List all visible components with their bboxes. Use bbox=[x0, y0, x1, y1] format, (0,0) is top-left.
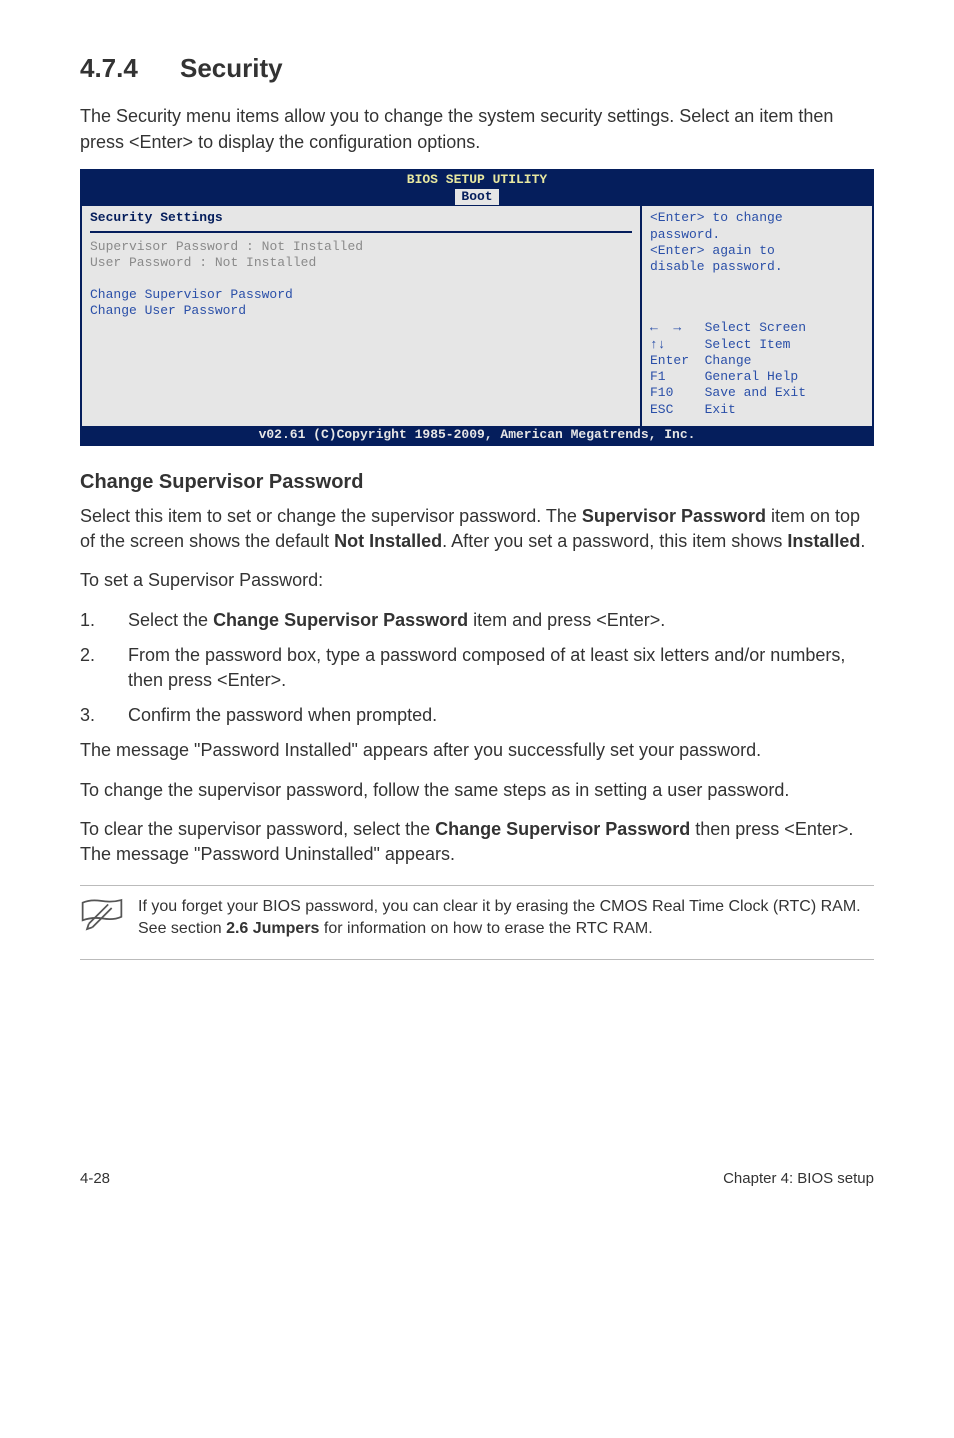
bios-password-status: Supervisor Password : Not Installed User… bbox=[90, 239, 632, 272]
divider bbox=[90, 231, 632, 233]
text-fragment: . After you set a password, this item sh… bbox=[442, 531, 787, 551]
bios-help-context: <Enter> to change password. <Enter> agai… bbox=[650, 210, 864, 290]
help-line: <Enter> again to bbox=[650, 243, 864, 259]
bios-setup-screenshot: BIOS SETUP UTILITY Boot Security Setting… bbox=[80, 169, 874, 446]
intro-text: The Security menu items allow you to cha… bbox=[80, 104, 874, 154]
note-block: If you forget your BIOS password, you ca… bbox=[80, 896, 874, 941]
bios-left-pane: Security Settings Supervisor Password : … bbox=[82, 206, 642, 426]
help-line: <Enter> to change bbox=[650, 210, 864, 226]
divider bbox=[80, 959, 874, 960]
user-password-value: Not Installed bbox=[215, 255, 316, 270]
page-footer: 4-28 Chapter 4: BIOS setup bbox=[80, 1160, 874, 1189]
text-bold: Change Supervisor Password bbox=[213, 610, 468, 630]
text-fragment: To clear the supervisor password, select… bbox=[80, 819, 435, 839]
bios-body: Security Settings Supervisor Password : … bbox=[82, 206, 872, 426]
paragraph: To set a Supervisor Password: bbox=[80, 568, 874, 593]
change-supervisor-password: Change Supervisor Password bbox=[90, 287, 632, 303]
step-item: From the password box, type a password c… bbox=[80, 643, 874, 693]
note-text: If you forget your BIOS password, you ca… bbox=[138, 896, 874, 941]
paragraph: Select this item to set or change the su… bbox=[80, 504, 874, 554]
steps-list: Select the Change Supervisor Password it… bbox=[80, 608, 874, 729]
bios-actions: Change Supervisor Password Change User P… bbox=[90, 287, 632, 320]
bios-footer: v02.61 (C)Copyright 1985-2009, American … bbox=[82, 426, 872, 444]
section-title: Security bbox=[180, 53, 283, 83]
key-select-screen: ← → Select Screen bbox=[650, 320, 864, 336]
text-fragment: for information on how to erase the RTC … bbox=[319, 920, 652, 937]
change-user-password: Change User Password bbox=[90, 303, 632, 319]
key-select-item: ↑↓ Select Item bbox=[650, 337, 864, 353]
chapter-label: Chapter 4: BIOS setup bbox=[723, 1168, 874, 1189]
text-bold: Installed bbox=[787, 531, 860, 551]
help-line: disable password. bbox=[650, 259, 864, 275]
text-fragment: . bbox=[860, 531, 865, 551]
step-item: Confirm the password when prompted. bbox=[80, 703, 874, 728]
text-fragment: Select the bbox=[128, 610, 213, 630]
user-password-label: User Password : bbox=[90, 255, 207, 270]
text-bold: Change Supervisor Password bbox=[435, 819, 690, 839]
paragraph: To clear the supervisor password, select… bbox=[80, 817, 874, 867]
bios-header-title: BIOS SETUP UTILITY bbox=[82, 171, 872, 189]
page-number: 4-28 bbox=[80, 1168, 110, 1189]
paragraph: To change the supervisor password, follo… bbox=[80, 778, 874, 803]
text-bold: Supervisor Password bbox=[582, 506, 766, 526]
text-fragment: Select this item to set or change the su… bbox=[80, 506, 582, 526]
supervisor-password-label: Supervisor Password : bbox=[90, 239, 254, 254]
bios-section-title: Security Settings bbox=[90, 210, 632, 228]
section-number: 4.7.4 bbox=[80, 50, 180, 86]
bios-right-pane: <Enter> to change password. <Enter> agai… bbox=[642, 206, 872, 426]
text-bold: 2.6 Jumpers bbox=[226, 920, 319, 937]
supervisor-password-value: Not Installed bbox=[262, 239, 363, 254]
paragraph: The message "Password Installed" appears… bbox=[80, 738, 874, 763]
subsection-heading: Change Supervisor Password bbox=[80, 468, 874, 496]
section-heading: 4.7.4Security bbox=[80, 50, 874, 86]
note-pencil-icon bbox=[80, 896, 124, 941]
bios-tabs: Boot bbox=[82, 189, 872, 206]
step-item: Select the Change Supervisor Password it… bbox=[80, 608, 874, 633]
text-bold: Not Installed bbox=[334, 531, 442, 551]
help-line: password. bbox=[650, 227, 864, 243]
key-enter-change: Enter Change bbox=[650, 353, 864, 369]
key-f10: F10 Save and Exit bbox=[650, 385, 864, 401]
key-f1: F1 General Help bbox=[650, 369, 864, 385]
text-fragment: item and press <Enter>. bbox=[468, 610, 665, 630]
key-esc: ESC Exit bbox=[650, 402, 864, 418]
bios-key-legend: ← → Select Screen ↑↓ Select Item Enter C… bbox=[650, 320, 864, 418]
divider bbox=[80, 885, 874, 886]
bios-tab-boot: Boot bbox=[455, 189, 498, 205]
